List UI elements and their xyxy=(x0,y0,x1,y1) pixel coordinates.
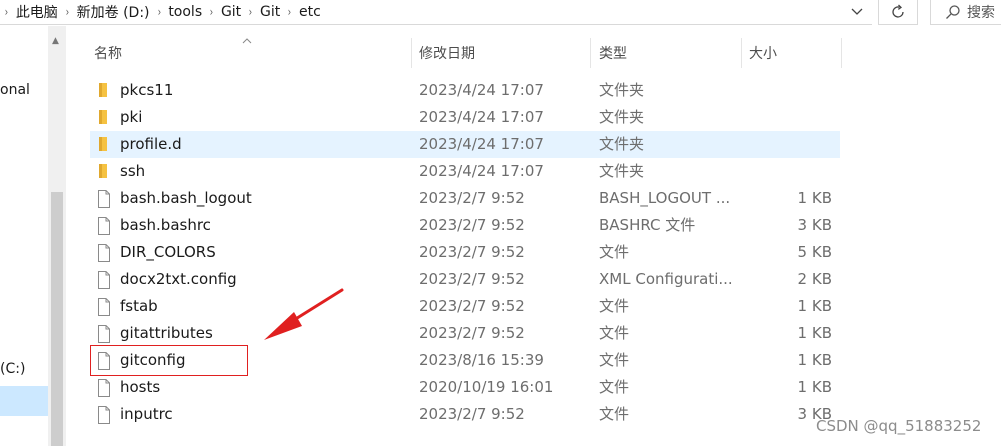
annotation-arrow-icon xyxy=(264,288,344,340)
watermark: CSDN @qq_51883252 xyxy=(816,417,982,435)
